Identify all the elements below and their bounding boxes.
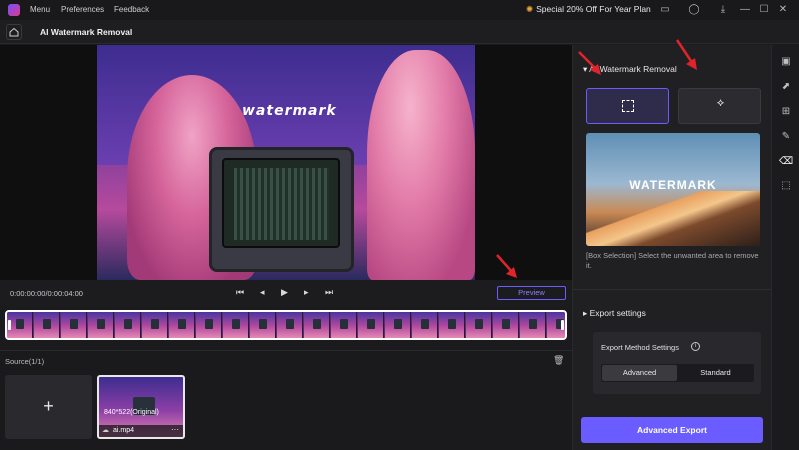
- module-header: AI Watermark Removal: [0, 20, 799, 44]
- filmstrip-frame: [385, 312, 411, 338]
- video-icon[interactable]: ▣: [779, 55, 793, 69]
- filmstrip-frame: [358, 312, 384, 338]
- menu-item-menu[interactable]: Menu: [30, 5, 50, 14]
- clip-resolution: 840*522(Original): [104, 409, 159, 416]
- download-icon[interactable]: ⤓: [716, 3, 730, 17]
- tag-icon[interactable]: ▭: [658, 3, 672, 17]
- filmstrip-frame: [331, 312, 357, 338]
- select-icon[interactable]: ⬚: [779, 179, 793, 193]
- section-title[interactable]: ▾ AI Watermark Removal: [583, 64, 677, 75]
- export-settings-text: Export settings: [589, 308, 646, 318]
- info-icon[interactable]: i: [691, 342, 700, 351]
- filmstrip-frame: [250, 312, 276, 338]
- example-mountain: [586, 191, 760, 246]
- home-icon: [9, 27, 19, 37]
- user-icon[interactable]: ◯: [687, 3, 701, 17]
- play-icon[interactable]: ▶: [281, 287, 288, 298]
- video-person-right: [367, 50, 475, 280]
- playback-bar: 0:00:00:00/0:00:04:00 ⏮ ◂ ▶ ▸ ⏭: [0, 280, 572, 306]
- step-forward-icon[interactable]: ▸: [304, 287, 309, 298]
- timeline-filmstrip[interactable]: [5, 310, 567, 340]
- media-thumbnail[interactable]: 840*522(Original) ☁ ai.mp4 ···: [97, 375, 185, 439]
- home-button[interactable]: [6, 24, 22, 40]
- example-image: WATERMARK: [586, 133, 760, 246]
- clip-file-name: ai.mp4: [113, 427, 135, 434]
- filmstrip-frame: [277, 312, 303, 338]
- brush-icon: ⟡: [716, 97, 725, 109]
- filmstrip-frame: [547, 312, 565, 338]
- maximize-icon[interactable]: ☐: [757, 3, 771, 17]
- video-tv-screen: [222, 158, 340, 248]
- pen-icon[interactable]: ✎: [779, 130, 793, 144]
- source-panel: Source(1/1) 🗑 + 840*522(Original) ☁ ai.m…: [0, 350, 572, 450]
- filmstrip-frame: [493, 312, 519, 338]
- filmstrip-frame: [88, 312, 114, 338]
- page-title: AI Watermark Removal: [40, 27, 133, 37]
- title-bar: Menu Preferences Feedback ✺ Special 20% O…: [0, 0, 799, 20]
- watermark-panel: ▾ AI Watermark Removal ⟡ WATERMARK [Box …: [573, 45, 771, 450]
- menu-item-preferences[interactable]: Preferences: [61, 5, 104, 14]
- tool-description: [Box Selection] Select the unwanted area…: [586, 251, 759, 270]
- filmstrip-frame: [520, 312, 546, 338]
- filmstrip-frame: [196, 312, 222, 338]
- tool-rail: ▣ ⬈ ⊞ ✎ ⌫ ⬚: [771, 45, 799, 450]
- filmstrip-frame: [412, 312, 438, 338]
- minimize-icon[interactable]: —: [738, 3, 752, 17]
- grid-icon[interactable]: ⊞: [779, 105, 793, 119]
- trim-handle-left[interactable]: [8, 320, 11, 330]
- filmstrip-frame: [439, 312, 465, 338]
- example-watermark: WATERMARK: [629, 178, 717, 192]
- skip-back-icon[interactable]: ⏮: [236, 287, 244, 298]
- export-method-toggle: Advanced Standard: [601, 364, 754, 382]
- preview-button[interactable]: Preview: [497, 286, 566, 300]
- trash-icon[interactable]: 🗑: [553, 355, 564, 366]
- edit-icon[interactable]: ⬈: [779, 80, 793, 94]
- sun-icon: ✺: [526, 4, 534, 14]
- export-settings-toggle[interactable]: ▸ Export settings: [583, 308, 646, 319]
- step-back-icon[interactable]: ◂: [260, 287, 265, 298]
- filmstrip-frame: [304, 312, 330, 338]
- expand-icon: ▸: [583, 308, 590, 318]
- box-selection-tool[interactable]: [586, 88, 669, 124]
- video-frame[interactable]: watermark: [97, 45, 475, 280]
- filmstrip-frame: [169, 312, 195, 338]
- advanced-export-button[interactable]: Advanced Export: [581, 417, 763, 443]
- export-method-box: Export Method Settings i Advanced Standa…: [593, 332, 761, 394]
- section-title-text: AI Watermark Removal: [589, 64, 677, 74]
- filmstrip-frame: [142, 312, 168, 338]
- add-media-button[interactable]: +: [5, 375, 92, 439]
- promo-banner[interactable]: ✺ Special 20% Off For Year Plan: [526, 4, 651, 15]
- timecode: 0:00:00:00/0:00:04:00: [10, 289, 83, 298]
- clip-file-bar: ☁ ai.mp4 ···: [99, 425, 183, 437]
- brush-tool[interactable]: ⟡: [678, 88, 761, 124]
- trim-handle-right[interactable]: [561, 320, 564, 330]
- method-standard[interactable]: Standard: [678, 365, 753, 381]
- more-options-icon[interactable]: ···: [171, 424, 179, 436]
- filmstrip-frame: [466, 312, 492, 338]
- export-method-label: Export Method Settings: [601, 343, 679, 352]
- app-logo: [8, 4, 20, 16]
- video-tv: [209, 147, 354, 272]
- filmstrip-frame: [61, 312, 87, 338]
- filmstrip-frame: [115, 312, 141, 338]
- skip-forward-icon[interactable]: ⏭: [325, 287, 333, 298]
- filmstrip-frame: [34, 312, 60, 338]
- method-advanced[interactable]: Advanced: [602, 365, 677, 381]
- close-icon[interactable]: ✕: [776, 3, 790, 17]
- eraser-icon[interactable]: ⌫: [779, 155, 793, 169]
- video-stage: watermark: [0, 45, 572, 280]
- cloud-icon: ☁: [102, 427, 109, 434]
- menu-item-feedback[interactable]: Feedback: [114, 5, 149, 14]
- promo-text: Special 20% Off For Year Plan: [536, 4, 651, 14]
- filmstrip-frame: [223, 312, 249, 338]
- source-label: Source(1/1): [5, 357, 45, 366]
- box-select-icon: [622, 100, 634, 112]
- video-watermark: watermark: [242, 103, 337, 119]
- section-separator: [573, 289, 771, 290]
